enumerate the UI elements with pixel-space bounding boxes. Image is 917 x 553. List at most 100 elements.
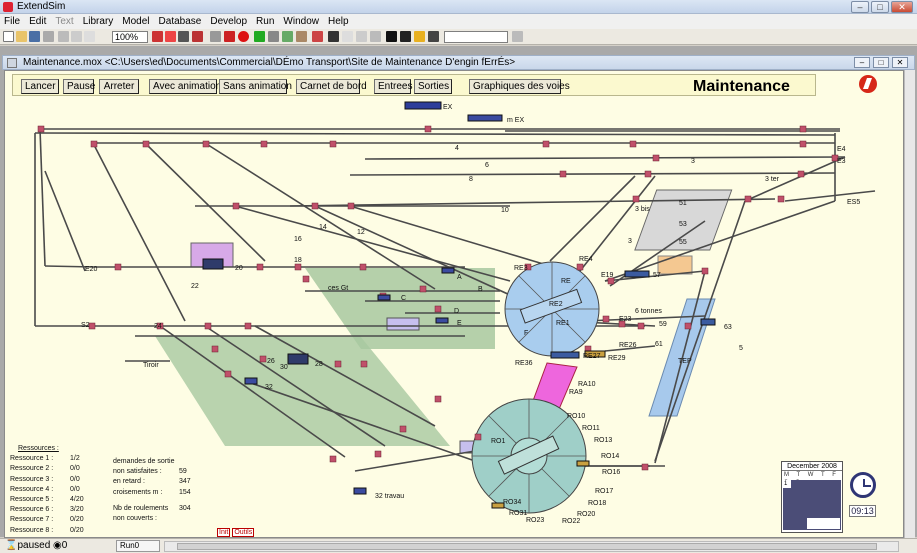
copy-icon[interactable]: [71, 31, 82, 42]
label-ro34: RO34: [503, 499, 521, 506]
label-10: 10: [501, 207, 509, 214]
cut-icon[interactable]: [58, 31, 69, 42]
label-e3: E3: [837, 158, 846, 165]
film-icon[interactable]: [386, 31, 397, 42]
label-3-ter: 3 ter: [765, 176, 780, 183]
outils-tab[interactable]: Outils: [232, 528, 255, 537]
target-icon[interactable]: [165, 31, 176, 42]
label-22: 22: [191, 283, 199, 290]
calendar-blank: [807, 518, 840, 529]
label-ro20: RO20: [577, 511, 595, 518]
app-title: ExtendSim: [17, 1, 66, 12]
io-tabs: Init Outils: [217, 528, 256, 537]
label-d: D: [454, 308, 459, 315]
model-canvas[interactable]: Lancer Pause Arreter Avec animation Sans…: [4, 70, 904, 538]
draw-icon[interactable]: [370, 31, 381, 42]
turtle-icon[interactable]: [312, 31, 323, 42]
doc-close-button[interactable]: ✕: [892, 57, 908, 68]
doc-minimize-button[interactable]: –: [854, 57, 870, 68]
label-51: 51: [679, 200, 687, 207]
zoom-field[interactable]: 100%: [112, 31, 148, 43]
vertical-scrollbar[interactable]: [904, 70, 915, 538]
menu-text[interactable]: Text: [55, 16, 73, 27]
animate-icon[interactable]: [268, 31, 279, 42]
label-m-ex: m EX: [507, 117, 524, 124]
menu-library[interactable]: Library: [83, 16, 114, 27]
step-icon[interactable]: [224, 31, 235, 42]
menu-model[interactable]: Model: [122, 16, 149, 27]
label-32: 32: [265, 384, 273, 391]
debug-icon[interactable]: [296, 31, 307, 42]
menu-edit[interactable]: Edit: [29, 16, 46, 27]
label-8: 8: [469, 176, 473, 183]
non-couverts-label: non couverts :: [113, 515, 157, 523]
menu-window[interactable]: Window: [283, 16, 319, 27]
play-icon[interactable]: [210, 31, 221, 42]
label-6-tonnes: 6 tonnes: [635, 308, 662, 315]
menu-database[interactable]: Database: [159, 16, 202, 27]
resource-row: Ressource 5 :4/20: [10, 496, 84, 504]
app-titlebar: ExtendSim – □ ✕: [0, 0, 917, 14]
label-re36: RE36: [515, 360, 533, 367]
cursor-icon[interactable]: [342, 31, 353, 42]
clock-icon: [850, 472, 876, 498]
menu-help[interactable]: Help: [328, 16, 349, 27]
run-indicator: Run0: [116, 540, 160, 552]
label-re: RE: [561, 278, 571, 285]
label-ro11: RO11: [582, 425, 600, 432]
label-ro13: RO13: [594, 437, 612, 444]
label-e4: E4: [837, 146, 846, 153]
label-16: 16: [294, 236, 302, 243]
maximize-button[interactable]: □: [871, 1, 889, 13]
save-icon[interactable]: [29, 31, 40, 42]
resource-row: Ressource 1 :1/2: [10, 455, 80, 463]
label-ex: EX: [443, 104, 453, 111]
print-icon[interactable]: [43, 31, 54, 42]
scroll-thumb[interactable]: [177, 543, 877, 550]
init-tab[interactable]: Init: [217, 528, 231, 537]
label-a: A: [457, 274, 462, 281]
db-icon[interactable]: [428, 31, 439, 42]
run-icon[interactable]: [254, 31, 265, 42]
clapper-icon[interactable]: [400, 31, 411, 42]
status-state: ⌛paused ◉0: [5, 540, 68, 551]
menu-develop[interactable]: Develop: [210, 16, 247, 27]
toolbar-text-field[interactable]: [444, 31, 508, 43]
new-file-icon[interactable]: [3, 31, 14, 42]
label-28: 28: [315, 361, 323, 368]
label-re26: RE26: [619, 342, 637, 349]
close-button[interactable]: ✕: [891, 1, 913, 13]
label-re3: RE3: [514, 265, 528, 272]
calendar-day-1: 1: [783, 480, 791, 488]
record-icon[interactable]: [192, 31, 203, 42]
label-53: 53: [679, 221, 687, 228]
label-14: 14: [319, 224, 327, 231]
label-3: 3: [691, 158, 695, 165]
minimize-button[interactable]: –: [851, 1, 869, 13]
library-icon[interactable]: [414, 31, 425, 42]
zoom-icon[interactable]: [512, 31, 523, 42]
label-55: 55: [679, 239, 687, 246]
camera-icon[interactable]: [178, 31, 189, 42]
zone-e: [386, 317, 420, 331]
paste-icon[interactable]: [84, 31, 95, 42]
extendsim-app-icon: [3, 2, 13, 12]
plus-icon[interactable]: [152, 31, 163, 42]
pointer-icon[interactable]: [328, 31, 339, 42]
menu-run[interactable]: Run: [256, 16, 274, 27]
turntable-re: [504, 261, 600, 357]
trace-icon[interactable]: [282, 31, 293, 42]
label-61: 61: [655, 341, 663, 348]
resource-row: Ressource 2 :0/0: [10, 465, 80, 473]
connect-icon[interactable]: [356, 31, 367, 42]
label-59: 59: [659, 321, 667, 328]
label-re1: RE1: [556, 320, 570, 327]
stat-row: non satisfaites :59: [113, 468, 187, 476]
doc-maximize-button[interactable]: □: [873, 57, 889, 68]
horizontal-scrollbar[interactable]: [164, 541, 899, 552]
stop-icon[interactable]: [238, 31, 249, 42]
menu-file[interactable]: File: [4, 16, 20, 27]
open-folder-icon[interactable]: [16, 31, 27, 42]
stat-row: en retard :347: [113, 478, 191, 486]
document-titlebar: Maintenance.mox <C:\Users\ed\Documents\C…: [2, 55, 915, 70]
